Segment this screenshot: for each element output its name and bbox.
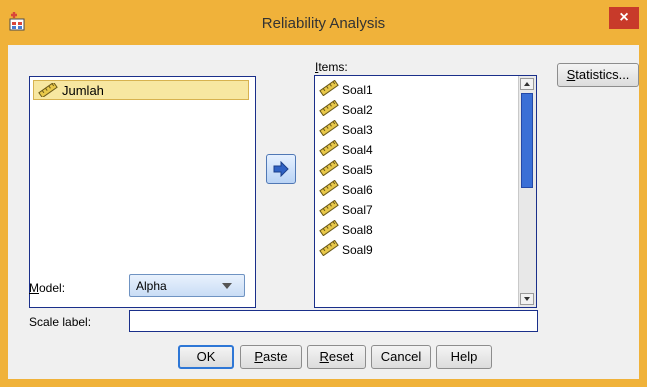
close-button[interactable]: ×	[609, 7, 639, 29]
move-to-items-button[interactable]	[266, 154, 296, 184]
list-item-label: Soal4	[342, 143, 373, 157]
ruler-icon	[319, 199, 339, 219]
ruler-icon	[319, 79, 339, 99]
model-select[interactable]: Alpha	[129, 274, 245, 297]
dialog-body: Jumlah Items: Soal1 Soal2 Soal3 Soal4 So…	[8, 45, 639, 379]
reliability-analysis-dialog: Reliability Analysis × Jumlah Items: Soa…	[0, 0, 647, 387]
ruler-icon	[319, 119, 339, 139]
list-item-label: Soal7	[342, 203, 373, 217]
window-title: Reliability Analysis	[261, 15, 386, 32]
reset-button[interactable]: Reset	[307, 345, 366, 369]
list-item[interactable]: Jumlah	[33, 80, 249, 100]
scale-label-caption: Scale label:	[29, 315, 92, 329]
list-item-label: Soal8	[342, 223, 373, 237]
list-item-label: Soal9	[342, 243, 373, 257]
list-item-label: Jumlah	[62, 83, 104, 98]
model-select-value: Alpha	[136, 279, 167, 293]
help-button[interactable]: Help	[436, 345, 492, 369]
items-list[interactable]: Soal1 Soal2 Soal3 Soal4 Soal5 Soal6 Soal…	[314, 75, 537, 308]
scroll-thumb[interactable]	[521, 93, 533, 188]
title-bar[interactable]: Reliability Analysis ×	[0, 0, 647, 45]
list-item-label: Soal2	[342, 103, 373, 117]
list-item-label: Soal5	[342, 163, 373, 177]
ruler-icon	[319, 139, 339, 159]
ok-button[interactable]: OK	[178, 345, 234, 369]
ruler-icon	[319, 239, 339, 259]
scroll-up-icon[interactable]	[520, 78, 534, 90]
list-item-label: Soal6	[342, 183, 373, 197]
ruler-icon	[319, 179, 339, 199]
scale-label-input[interactable]	[129, 310, 538, 332]
statistics-button[interactable]: Statistics...	[557, 63, 639, 87]
ruler-icon	[319, 99, 339, 119]
list-item-label: Soal1	[342, 83, 373, 97]
paste-button[interactable]: Paste	[240, 345, 302, 369]
ruler-icon	[38, 81, 58, 100]
list-item-label: Soal3	[342, 123, 373, 137]
items-label: Items:	[315, 60, 348, 74]
model-label: Model:	[29, 281, 66, 295]
scroll-down-icon[interactable]	[520, 293, 534, 305]
chevron-down-icon	[222, 283, 232, 289]
cancel-button[interactable]: Cancel	[371, 345, 431, 369]
arrow-right-icon	[273, 161, 289, 177]
close-icon: ×	[619, 9, 629, 26]
items-scrollbar[interactable]	[518, 76, 536, 307]
ruler-icon	[319, 159, 339, 179]
ruler-icon	[319, 219, 339, 239]
